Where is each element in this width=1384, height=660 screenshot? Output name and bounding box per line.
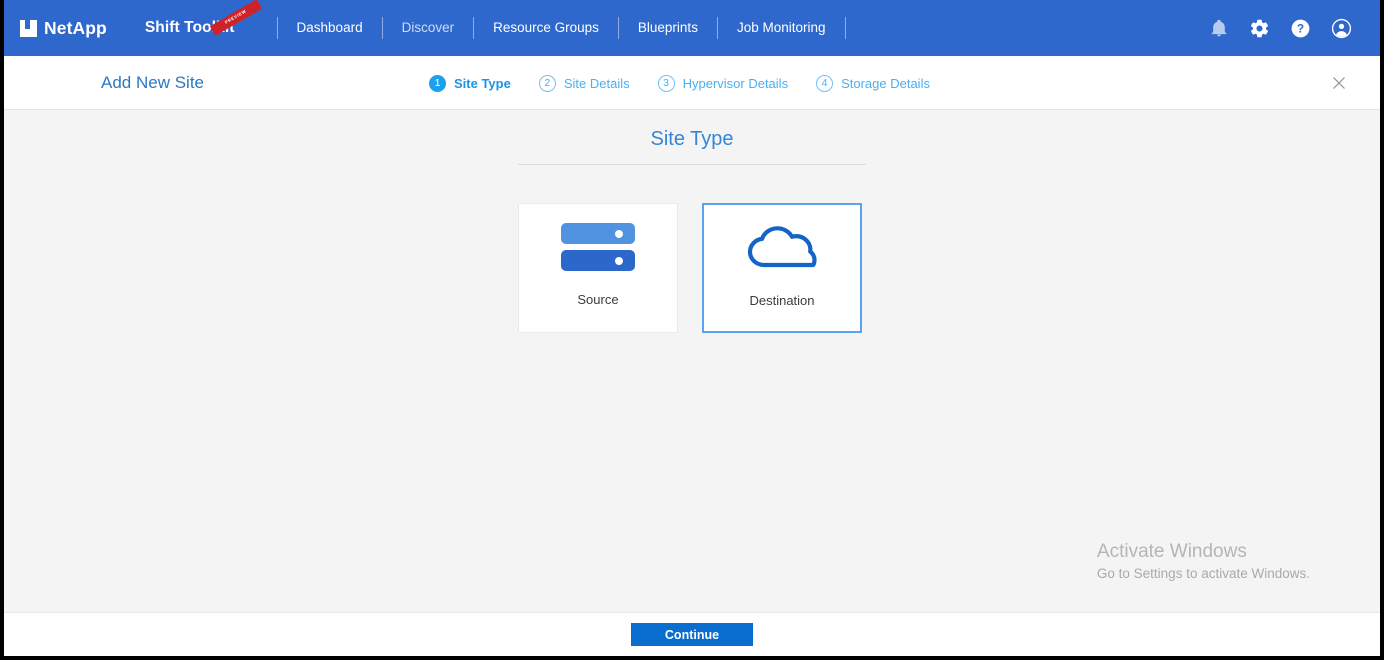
step-number-badge: 3: [658, 75, 675, 92]
top-navigation-bar: NetApp Shift Toolkit PREVIEW Dashboard D…: [4, 0, 1380, 56]
wizard-step-site-details[interactable]: 2 Site Details: [539, 75, 630, 92]
primary-nav: Dashboard Discover Resource Groups Bluep…: [278, 0, 846, 56]
nav-item-blueprints[interactable]: Blueprints: [619, 0, 717, 56]
nav-divider: [845, 17, 846, 39]
wizard-step-site-type[interactable]: 1 Site Type: [429, 75, 511, 92]
cloud-icon: [747, 223, 817, 273]
card-icon-wrap: [704, 205, 860, 291]
nav-item-dashboard[interactable]: Dashboard: [278, 0, 382, 56]
step-label: Site Details: [564, 76, 630, 91]
card-label-source: Source: [577, 292, 618, 307]
main-content: Site Type Source: [4, 110, 1380, 612]
svg-text:?: ?: [1297, 21, 1304, 35]
wizard-header: Add New Site 1 Site Type 2 Site Details …: [4, 56, 1380, 110]
windows-activation-watermark: Activate Windows Go to Settings to activ…: [1097, 540, 1310, 584]
wizard-step-list: 1 Site Type 2 Site Details 3 Hypervisor …: [429, 56, 958, 110]
continue-button[interactable]: Continue: [631, 623, 753, 646]
section-divider: [518, 164, 866, 165]
window-frame: NetApp Shift Toolkit PREVIEW Dashboard D…: [4, 0, 1380, 656]
product-title: Shift Toolkit: [145, 19, 235, 37]
wizard-footer: Continue: [4, 612, 1380, 656]
close-icon[interactable]: [1330, 74, 1348, 92]
nav-item-resource-groups[interactable]: Resource Groups: [474, 0, 618, 56]
user-account-icon[interactable]: [1331, 18, 1352, 39]
page-title: Add New Site: [101, 73, 204, 93]
wizard-step-storage-details[interactable]: 4 Storage Details: [816, 75, 930, 92]
site-type-card-source[interactable]: Source: [518, 203, 678, 333]
watermark-subtitle: Go to Settings to activate Windows.: [1097, 564, 1310, 584]
card-label-destination: Destination: [749, 293, 814, 308]
topnav-icon-group: ?: [1209, 18, 1352, 39]
nav-item-discover[interactable]: Discover: [383, 0, 474, 56]
step-number-badge: 1: [429, 75, 446, 92]
netapp-brand-label: NetApp: [44, 18, 107, 39]
server-icon: [561, 223, 635, 271]
netapp-mark-icon: [20, 20, 37, 37]
step-label: Hypervisor Details: [683, 76, 788, 91]
step-label: Site Type: [454, 76, 511, 91]
netapp-logo[interactable]: NetApp: [20, 0, 107, 56]
notifications-bell-icon[interactable]: [1209, 18, 1229, 38]
site-type-card-destination[interactable]: Destination: [702, 203, 862, 333]
help-question-icon[interactable]: ?: [1290, 18, 1311, 39]
app-root: NetApp Shift Toolkit PREVIEW Dashboard D…: [0, 0, 1384, 660]
product-title-group: Shift Toolkit PREVIEW: [145, 0, 235, 56]
site-type-card-group: Source Destination: [518, 203, 862, 333]
nav-item-job-monitoring[interactable]: Job Monitoring: [718, 0, 845, 56]
watermark-title: Activate Windows: [1097, 540, 1310, 564]
step-label: Storage Details: [841, 76, 930, 91]
step-number-badge: 2: [539, 75, 556, 92]
card-icon-wrap: [519, 204, 677, 290]
wizard-step-hypervisor-details[interactable]: 3 Hypervisor Details: [658, 75, 788, 92]
settings-gear-icon[interactable]: [1249, 18, 1270, 39]
section-heading: Site Type: [4, 128, 1380, 151]
step-number-badge: 4: [816, 75, 833, 92]
